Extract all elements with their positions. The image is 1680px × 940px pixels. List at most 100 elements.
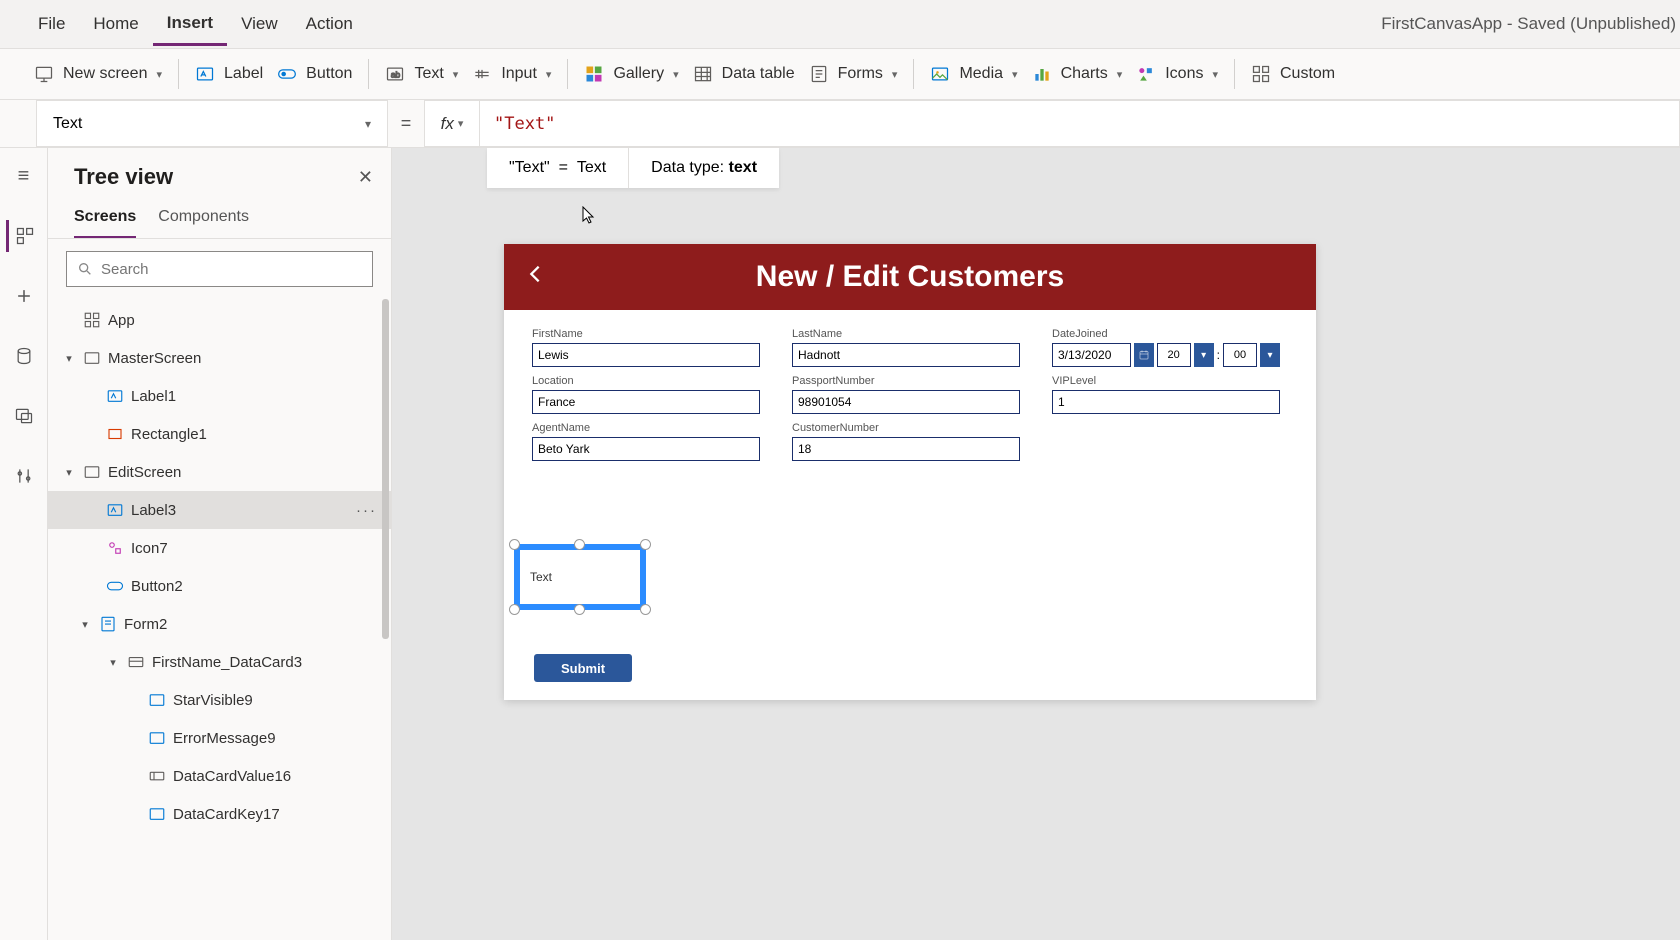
ribbon-label[interactable]: Label [193, 60, 265, 88]
tree-view-title: Tree view [74, 164, 173, 190]
formula-result: "Text" = Text [487, 148, 629, 188]
location-input[interactable]: France [532, 390, 760, 414]
ribbon-media[interactable]: Media▾ [928, 60, 1019, 88]
tree-view-close[interactable]: ✕ [358, 167, 373, 188]
app-icon [83, 311, 101, 329]
resize-handle[interactable] [574, 539, 585, 550]
ribbon-new-screen[interactable]: New screen▾ [32, 60, 164, 88]
node-masterscreen[interactable]: ▾ MasterScreen [48, 339, 391, 377]
ribbon-icons[interactable]: Icons▾ [1134, 60, 1220, 88]
datatable-icon [693, 64, 715, 84]
hour-chevron-down-icon[interactable]: ▾ [1194, 343, 1214, 367]
button-icon [277, 64, 299, 84]
canvas[interactable]: New / Edit Customers FirstName Lewis Las… [392, 148, 1680, 940]
rail-treeview[interactable] [6, 220, 38, 252]
ribbon-custom[interactable]: Custom [1249, 60, 1337, 88]
screen-titlebar: New / Edit Customers [504, 244, 1316, 310]
node-datacard[interactable]: ▾ FirstName_DataCard3 [48, 643, 391, 681]
lastname-input[interactable]: Hadnott [792, 343, 1020, 367]
label-icon [195, 64, 217, 84]
node-app[interactable]: App [48, 301, 391, 339]
menu-insert[interactable]: Insert [153, 3, 227, 46]
selected-label-control[interactable]: Text [514, 544, 646, 610]
node-label3[interactable]: Label3 ··· [48, 491, 391, 529]
firstname-input[interactable]: Lewis [532, 343, 760, 367]
resize-handle[interactable] [640, 539, 651, 550]
formula-datatype: Data type: text [629, 148, 779, 188]
formula-bar: Text▾ = fx▾ "Text" [0, 100, 1680, 148]
rail-tools[interactable] [8, 460, 40, 492]
property-dropdown[interactable]: Text▾ [36, 100, 388, 147]
resize-handle[interactable] [509, 539, 520, 550]
datejoined-input[interactable]: 3/13/2020 [1052, 343, 1131, 367]
minute-dropdown[interactable]: 00 [1223, 343, 1257, 367]
firstname-label: FirstName [532, 328, 760, 340]
formula-input[interactable]: "Text" [480, 100, 1680, 147]
field-vip: VIPLevel 1 [1052, 375, 1280, 414]
forms-icon [809, 64, 831, 84]
agent-label: AgentName [532, 422, 760, 434]
gallery-icon [584, 64, 606, 84]
tree-search[interactable] [66, 251, 373, 287]
calendar-icon[interactable] [1134, 343, 1154, 367]
node-icon7[interactable]: Icon7 [48, 529, 391, 567]
screen-node-icon [83, 349, 101, 367]
vip-label: VIPLevel [1052, 375, 1280, 387]
back-icon[interactable] [524, 259, 546, 296]
label-node-icon [106, 387, 124, 405]
node-more-icon[interactable]: ··· [356, 502, 377, 519]
rail-data[interactable] [8, 340, 40, 372]
customernumber-input[interactable]: 18 [792, 437, 1020, 461]
resize-handle[interactable] [640, 604, 651, 615]
tree-search-input[interactable] [101, 261, 362, 278]
ribbon-datatable[interactable]: Data table [691, 60, 797, 88]
button-node-icon [106, 577, 124, 595]
node-datacardkey[interactable]: DataCardKey17 [48, 795, 391, 833]
charts-icon [1032, 64, 1054, 84]
ribbon-button[interactable]: Button [275, 60, 354, 88]
label-node-icon [148, 729, 166, 747]
node-starvisible[interactable]: StarVisible9 [48, 681, 391, 719]
node-datacardvalue[interactable]: DataCardValue16 [48, 757, 391, 795]
submit-button[interactable]: Submit [534, 654, 632, 682]
rail-hamburger[interactable]: ≡ [8, 160, 40, 192]
menu-action[interactable]: Action [292, 4, 367, 44]
menu-file[interactable]: File [24, 4, 79, 44]
rail-insert[interactable] [8, 280, 40, 312]
node-rectangle1[interactable]: Rectangle1 [48, 415, 391, 453]
ribbon-charts[interactable]: Charts▾ [1030, 60, 1125, 88]
agent-input[interactable]: Beto Yark [532, 437, 760, 461]
app-screen[interactable]: New / Edit Customers FirstName Lewis Las… [504, 244, 1316, 700]
rail-media[interactable] [8, 400, 40, 432]
node-button2[interactable]: Button2 [48, 567, 391, 605]
ribbon-input[interactable]: Input▾ [470, 60, 553, 88]
field-agent: AgentName Beto Yark [532, 422, 760, 461]
ribbon-text[interactable]: ab Text▾ [383, 60, 460, 88]
node-editscreen[interactable]: ▾ EditScreen [48, 453, 391, 491]
field-location: Location France [532, 375, 760, 414]
resize-handle[interactable] [509, 604, 520, 615]
equals-label: = [388, 113, 424, 134]
app-title: FirstCanvasApp - Saved (Unpublished) [1381, 0, 1680, 48]
ribbon: New screen▾ Label Button ab Text▾ Input▾… [0, 48, 1680, 100]
ribbon-gallery[interactable]: Gallery▾ [582, 60, 680, 88]
menu-home[interactable]: Home [79, 4, 152, 44]
vip-input[interactable]: 1 [1052, 390, 1280, 414]
node-errormessage[interactable]: ErrorMessage9 [48, 719, 391, 757]
passport-input[interactable]: 98901054 [792, 390, 1020, 414]
hour-dropdown[interactable]: 20 [1157, 343, 1191, 367]
media-icon [930, 64, 952, 84]
rectangle-node-icon [106, 425, 124, 443]
resize-handle[interactable] [574, 604, 585, 615]
minute-chevron-down-icon[interactable]: ▾ [1260, 343, 1280, 367]
tree-view-pane: Tree view ✕ Screens Components App ▾ Mas… [48, 148, 392, 940]
fx-button[interactable]: fx▾ [424, 100, 480, 147]
menu-view[interactable]: View [227, 4, 292, 44]
tab-screens[interactable]: Screens [74, 202, 136, 238]
ribbon-forms[interactable]: Forms▾ [807, 60, 900, 88]
search-icon [77, 261, 93, 277]
tree-scrollbar[interactable] [382, 299, 389, 639]
node-form2[interactable]: ▾ Form2 [48, 605, 391, 643]
tab-components[interactable]: Components [158, 202, 249, 238]
node-label1[interactable]: Label1 [48, 377, 391, 415]
